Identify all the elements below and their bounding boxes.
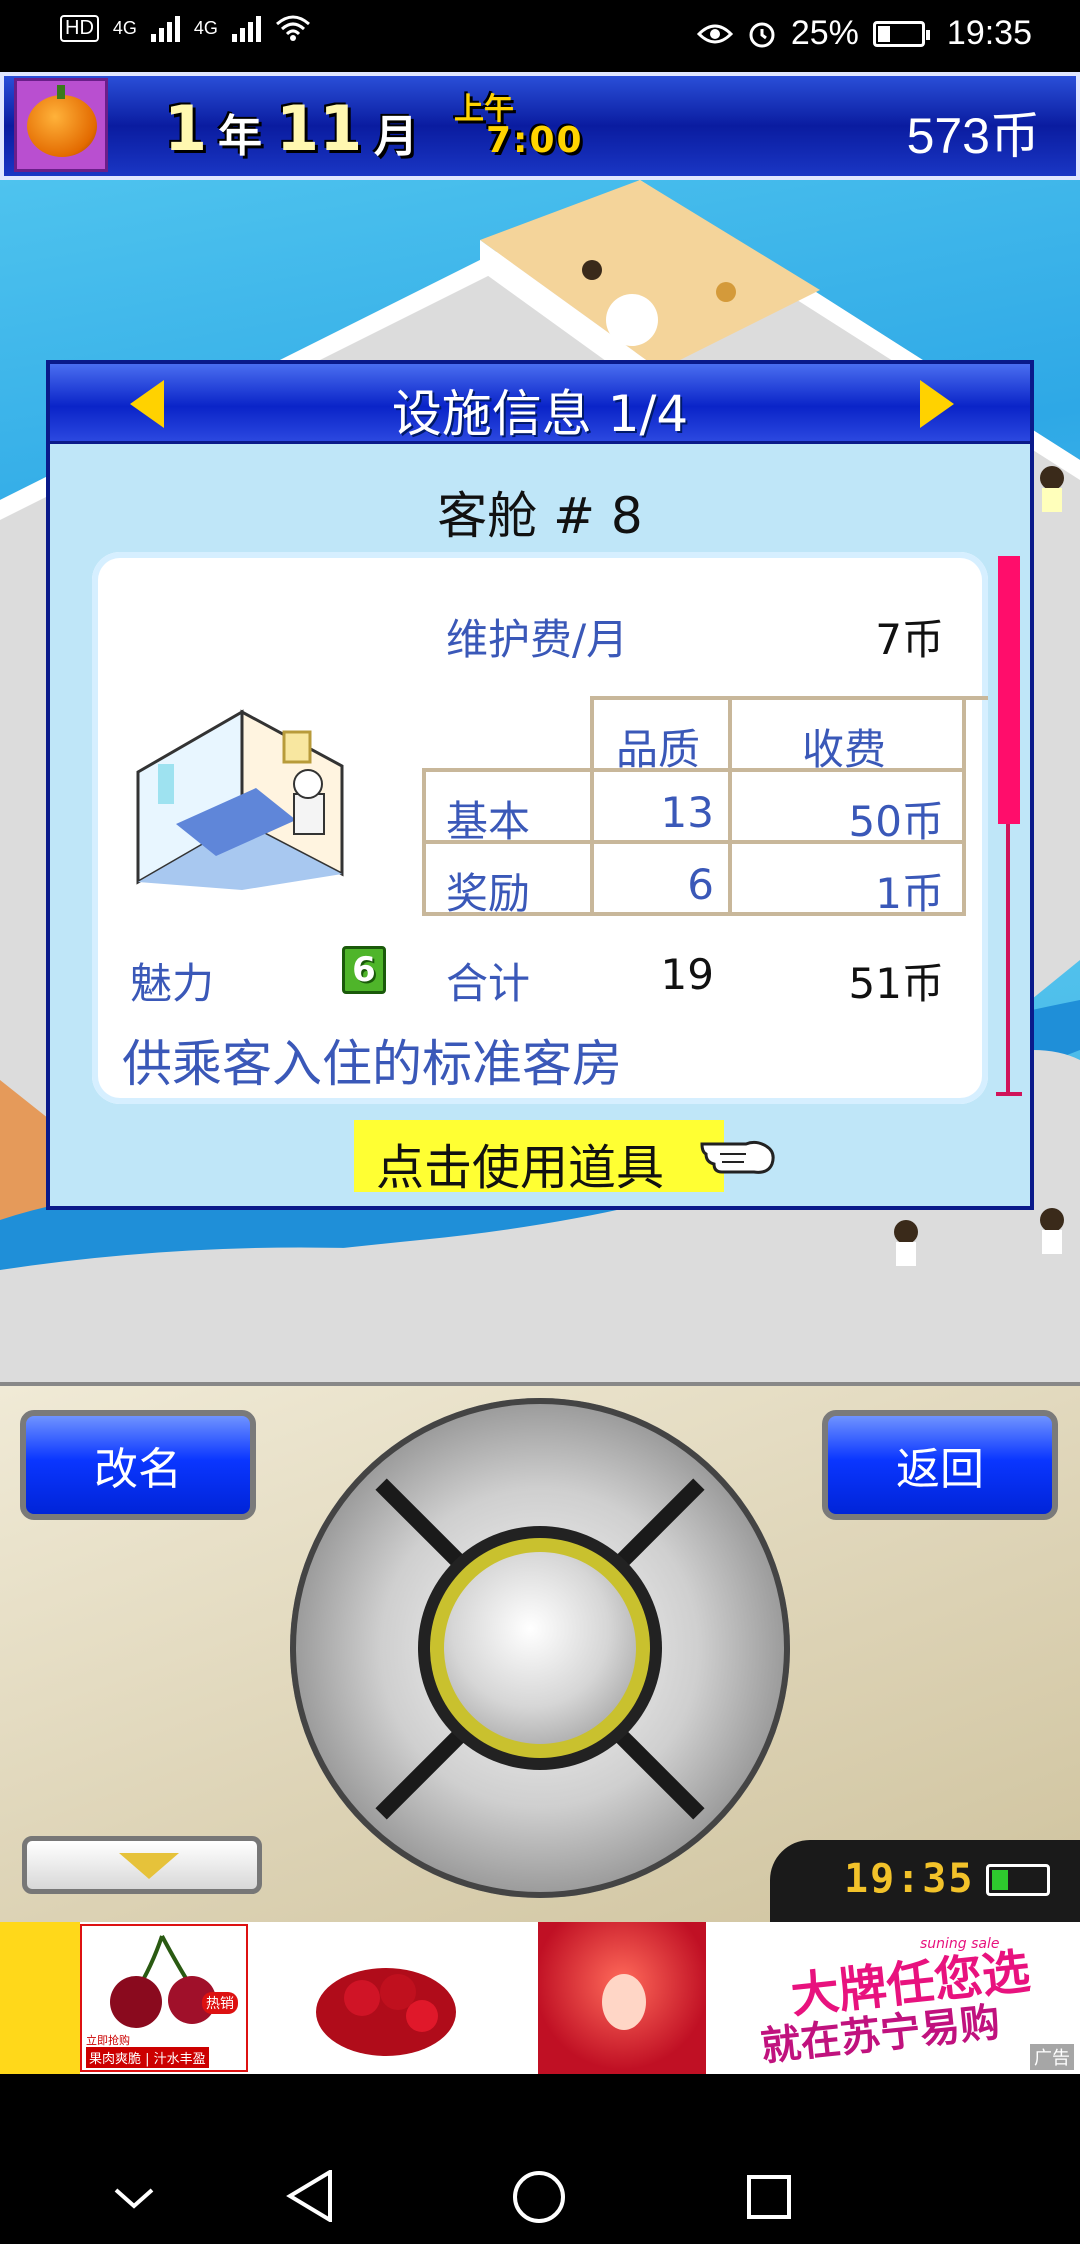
bonus-fee: 1币 [875, 869, 944, 918]
year-number: 1 [164, 92, 208, 165]
chevron-down-icon[interactable] [114, 2186, 154, 2210]
alarm-icon [749, 22, 775, 47]
use-item-button[interactable]: 点击使用道具 [354, 1120, 724, 1196]
recents-nav-icon[interactable] [746, 2174, 792, 2220]
passenger-sprite [894, 1220, 918, 1266]
back-label: 返回 [896, 1444, 984, 1495]
network-4g-label: 4G [112, 17, 137, 38]
ad-tag-desc: 果肉爽脆 | 汁水丰盈 [86, 2047, 209, 2068]
base-quality: 13 [660, 788, 714, 837]
pointing-hand-icon [700, 1140, 775, 1174]
ad-tag-buy: 立即抢购 [86, 2034, 130, 2047]
base-fee: 50币 [848, 797, 944, 846]
time-display: 上午 7:00 [448, 84, 608, 168]
total-quality: 19 [660, 950, 714, 999]
hd-badge: HD [60, 14, 99, 42]
passenger-sprite-3 [1040, 466, 1064, 512]
dialog-scrollbar-end [996, 1092, 1022, 1096]
ad-thumb-3[interactable] [538, 1922, 706, 2074]
battery-icon [872, 20, 930, 47]
panel-collapse-button[interactable] [22, 1836, 262, 1894]
dpad-center-button[interactable] [444, 1552, 636, 1744]
passenger-sprite-2 [1040, 1208, 1064, 1254]
month-number: 11 [276, 92, 363, 165]
row-label-bonus: 奖励 [446, 869, 531, 918]
home-nav-icon[interactable] [512, 2170, 566, 2224]
clock-label: 7:00 [486, 120, 584, 161]
year-unit: 年 [218, 111, 262, 162]
status-bar: HD 4G 4G 25% 19:35 [0, 0, 1080, 72]
facility-description: 供乘客入住的标准客房 [122, 1035, 622, 1093]
month-unit: 月 [374, 111, 418, 162]
signal-icon [150, 14, 180, 42]
rename-label: 改名 [94, 1444, 182, 1495]
network-4g-label-2: 4G [193, 17, 218, 38]
ad-label: 广告 [1030, 2044, 1074, 2070]
wifi-icon [275, 15, 310, 41]
row-label-base: 基本 [446, 797, 531, 846]
facility-name[interactable]: 客舱 # 8 [50, 476, 1030, 548]
back-nav-icon[interactable] [286, 2170, 334, 2222]
system-nav-bar [0, 2074, 1080, 2244]
ad-tag-hot: 热销 [202, 1992, 238, 2014]
total-label: 合计 [446, 959, 531, 1008]
right-arrow-icon[interactable] [920, 380, 954, 428]
charm-badge: 6 [342, 946, 386, 994]
signal-icon-2 [231, 14, 261, 42]
pumpkin-icon[interactable] [14, 78, 108, 172]
use-item-label: 点击使用道具 [376, 1140, 665, 1196]
dialog-title: 设施信息 1/4 [391, 385, 689, 443]
charm-label: 魅力 [130, 959, 215, 1008]
ad-thumb-1[interactable]: 热销 果肉爽脆 | 汁水丰盈 立即抢购 [80, 1924, 248, 2072]
cherry-slice-icon [602, 1974, 646, 2030]
ad-sale-tag: suning sale [920, 1936, 1000, 1952]
col-header-fee: 收费 [802, 725, 887, 774]
rename-button[interactable]: 改名 [20, 1410, 256, 1520]
maintenance-value: 7币 [875, 615, 944, 664]
charm-value: 6 [352, 950, 376, 990]
coin-balance: 573币 [906, 108, 1040, 164]
panel-clock: 19:35 [770, 1840, 1080, 1922]
cherry-icon [110, 1935, 216, 2028]
status-time: 19:35 [946, 14, 1032, 52]
total-fee: 51币 [848, 959, 944, 1008]
battery-icon-2 [986, 1864, 1050, 1896]
down-triangle-icon [119, 1853, 179, 1879]
bed-room-icon [136, 709, 344, 890]
cherry-bowl-icon [316, 1968, 456, 2056]
dialog-title-bar: 设施信息 1/4 [50, 364, 1030, 444]
maintenance-label: 维护费/月 [446, 615, 629, 664]
bonus-quality: 6 [687, 860, 714, 909]
ad-banner[interactable]: 热销 果肉爽脆 | 汁水丰盈 立即抢购 大牌任您选 就在苏宁易购 suning … [0, 1922, 1080, 2074]
ad-thumb-2[interactable] [302, 1922, 470, 2074]
eye-icon [696, 24, 733, 43]
battery-percent: 25% [790, 14, 859, 52]
panel-clock-time: 19:35 [844, 1856, 975, 1902]
col-header-quality: 品质 [616, 725, 701, 774]
back-button[interactable]: 返回 [822, 1410, 1058, 1520]
dialog-scrollbar-thumb[interactable] [998, 556, 1020, 824]
